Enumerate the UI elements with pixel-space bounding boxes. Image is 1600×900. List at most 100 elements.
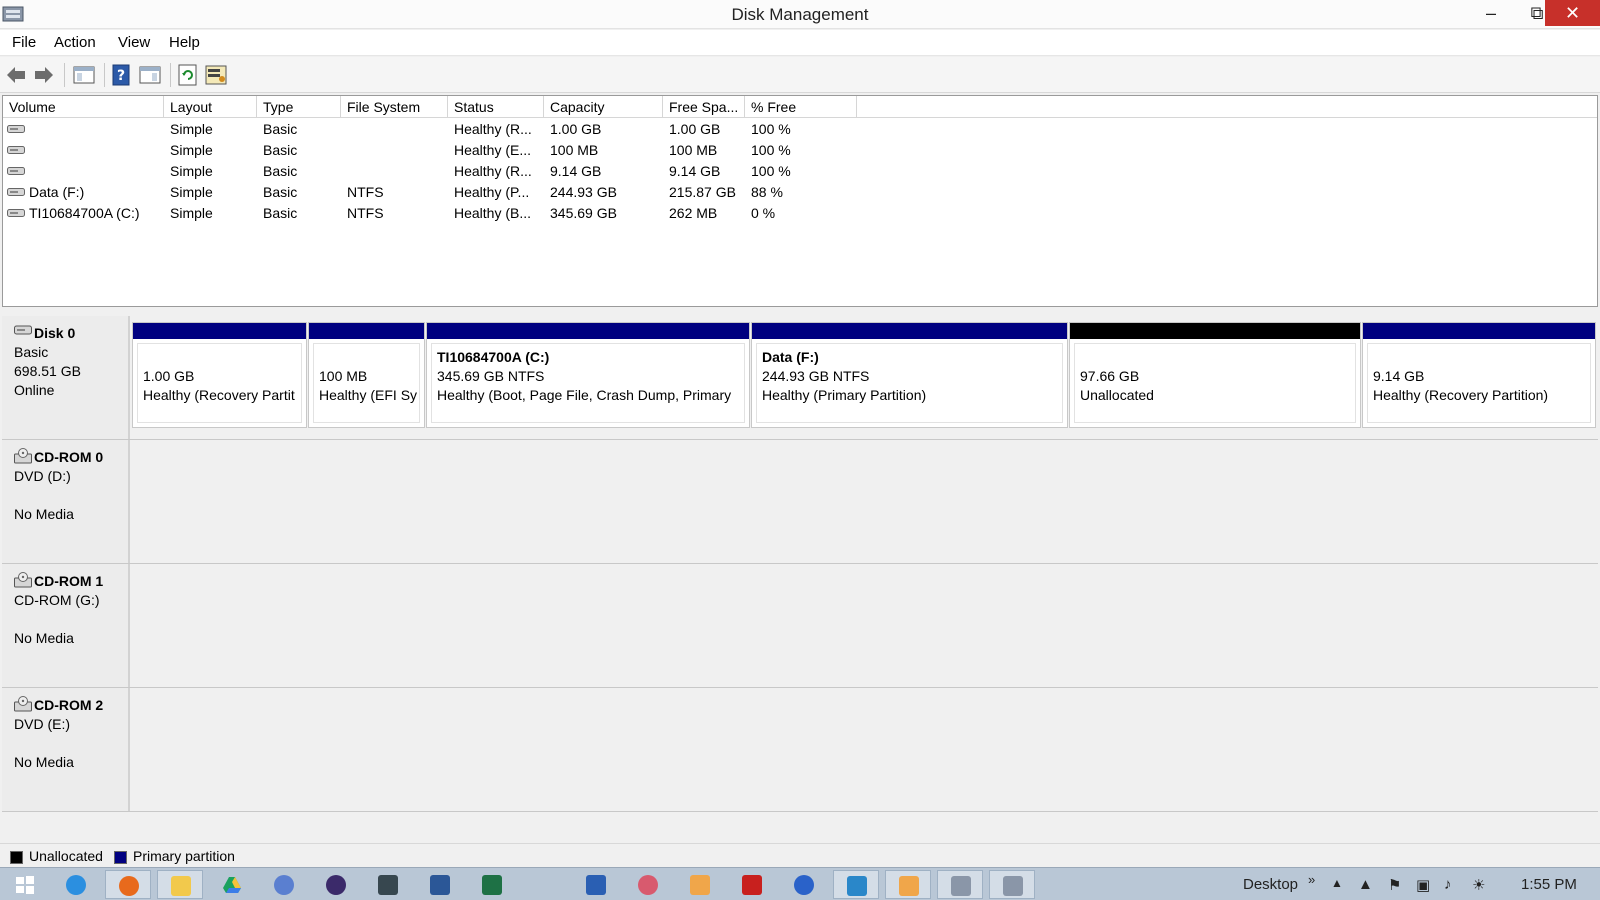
forward-icon[interactable] [32,63,56,87]
column-layout[interactable]: Layout [164,96,257,118]
app-icon[interactable] [261,870,307,899]
minimize-icon[interactable]: – [1468,0,1514,26]
partition-f-drive[interactable]: Data (F:) 244.93 GB NTFS Healthy (Primar… [751,322,1068,428]
volume-list-header: Volume Layout Type File System Status Ca… [3,96,1597,118]
player-icon[interactable] [885,870,931,899]
desktop-toolbar-label[interactable]: Desktop [1243,876,1298,893]
cell-file-system: NTFS [347,205,384,221]
disk-row-cd-rom-1[interactable]: CD-ROM 1 CD-ROM (G:) No Media [2,564,1598,688]
help-icon[interactable]: ? [110,63,134,87]
media-player-icon[interactable] [677,870,723,899]
cell-free-space: 215.87 GB [669,184,736,200]
column-status[interactable]: Status [448,96,544,118]
column-free-space[interactable]: Free Spa... [663,96,745,118]
cell-volume: TI10684700A (C:) [29,205,140,221]
partition-recovery-1[interactable]: 1.00 GB Healthy (Recovery Partit [132,322,307,428]
chevron-icon[interactable]: » [1308,872,1315,887]
toolbar: ? [0,57,1600,93]
menu-view[interactable]: View [118,34,150,51]
show-hidden-icons-icon[interactable]: ▲ [1331,876,1343,890]
partition-status: Healthy (Recovery Partit [143,387,295,403]
partition-efi[interactable]: 100 MB Healthy (EFI Sy [308,322,425,428]
partition-size: 97.66 GB [1080,368,1140,384]
partition-recovery-2[interactable]: 9.14 GB Healthy (Recovery Partition) [1362,322,1596,428]
disk-row-cd-rom-2[interactable]: CD-ROM 2 DVD (E:) No Media [2,688,1598,812]
column-capacity[interactable]: Capacity [544,96,663,118]
disk-name: CD-ROM 1 [34,573,104,589]
file-explorer-icon[interactable] [157,870,203,899]
refresh-icon[interactable] [176,63,200,87]
tool-icon[interactable] [625,870,671,899]
google-drive-tray-icon[interactable]: ▲ [1358,876,1373,893]
excel-icon[interactable] [469,870,515,899]
volume-icon[interactable]: ♪ [1444,876,1452,893]
disk-type: CD-ROM (G:) [14,592,100,608]
cd-drive-icon [14,572,32,588]
disk-label[interactable]: CD-ROM 1 CD-ROM (G:) No Media [2,564,130,687]
column-volume[interactable]: Volume [3,96,164,118]
close-icon[interactable]: ✕ [1545,0,1600,26]
column-type[interactable]: Type [257,96,341,118]
menu-help[interactable]: Help [169,34,200,51]
drive-icon [7,209,25,217]
calendar-app-icon[interactable] [573,870,619,899]
partition-unallocated[interactable]: 97.66 GB Unallocated [1069,322,1361,428]
table-row[interactable]: Simple Basic Healthy (E... 100 MB 100 MB… [3,140,1597,161]
disk-label[interactable]: CD-ROM 2 DVD (E:) No Media [2,688,130,811]
disk-management-icon[interactable] [937,870,983,899]
table-row[interactable]: Simple Basic Healthy (R... 1.00 GB 1.00 … [3,119,1597,140]
acrobat-icon[interactable] [729,870,775,899]
back-icon[interactable] [4,63,28,87]
column-file-system[interactable]: File System [341,96,448,118]
volume-list[interactable]: Volume Layout Type File System Status Ca… [2,95,1598,307]
disk-graphical-view[interactable]: Disk 0 Basic 698.51 GB Online 1.00 GB He… [2,316,1598,840]
info-icon[interactable] [781,870,827,899]
cell-capacity: 345.69 GB [550,205,617,221]
network-icon[interactable]: ▣ [1416,876,1430,894]
disk-status: No Media [14,754,74,770]
app-c-icon[interactable] [833,870,879,899]
disk-label[interactable]: Disk 0 Basic 698.51 GB Online [2,316,130,439]
camera-icon[interactable] [365,870,411,899]
media-icon[interactable] [313,870,359,899]
cell-status: Healthy (B... [454,205,532,221]
disk-name: CD-ROM 0 [34,449,104,465]
cell-layout: Simple [170,163,213,179]
menu-bar: File Action View Help [0,30,1600,56]
partition-c-drive[interactable]: TI10684700A (C:) 345.69 GB NTFS Healthy … [426,322,750,428]
menu-action[interactable]: Action [54,34,96,51]
window-title: Disk Management [731,5,869,24]
firefox-icon[interactable] [105,870,151,899]
legend-unallocated-label: Unallocated [29,848,103,864]
rescan-disks-icon[interactable] [204,63,228,87]
table-row[interactable]: Data (F:) Simple Basic NTFS Healthy (P..… [3,182,1597,203]
disk-management-icon[interactable] [989,870,1035,899]
table-row[interactable]: TI10684700A (C:) Simple Basic NTFS Healt… [3,203,1597,224]
cell-percent-free: 100 % [751,163,791,179]
partition-size: 345.69 GB NTFS [437,368,545,384]
disk-label[interactable]: CD-ROM 0 DVD (D:) No Media [2,440,130,563]
partition-status: Healthy (EFI Sy [319,387,418,403]
disk-row-disk-0[interactable]: Disk 0 Basic 698.51 GB Online 1.00 GB He… [2,316,1598,440]
internet-explorer-icon[interactable] [53,870,99,899]
cell-status: Healthy (E... [454,142,532,158]
table-row[interactable]: Simple Basic Healthy (R... 9.14 GB 9.14 … [3,161,1597,182]
column-percent-free[interactable]: % Free [745,96,857,118]
flag-icon[interactable]: ⚑ [1388,876,1401,894]
cell-free-space: 1.00 GB [669,121,721,137]
start-icon[interactable] [2,870,48,899]
disk-icon [14,325,32,335]
cell-capacity: 244.93 GB [550,184,617,200]
disk-row-cd-rom-0[interactable]: CD-ROM 0 DVD (D:) No Media [2,440,1598,564]
google-drive-icon[interactable] [209,870,255,899]
clock[interactable]: 1:55 PM [1521,876,1577,893]
drive-icon [7,146,25,154]
taskbar: Desktop » ▲ ▲ ⚑ ▣ ♪ ☀ 1:55 PM [0,867,1600,900]
word-icon[interactable] [417,870,463,899]
weather-icon[interactable]: ☀ [1472,876,1485,894]
cell-type: Basic [263,142,298,158]
disk-type: DVD (D:) [14,468,71,484]
menu-file[interactable]: File [12,34,36,51]
console-tree-icon[interactable] [72,63,96,87]
properties-icon[interactable] [138,63,162,87]
